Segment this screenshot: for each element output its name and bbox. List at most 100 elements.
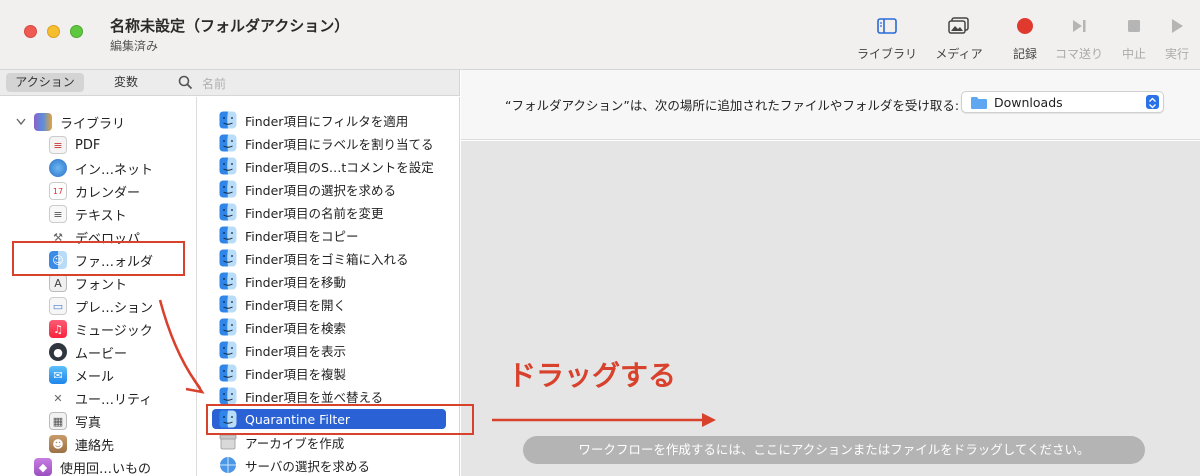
calendar-icon: 17 (49, 182, 67, 200)
action-item-label: Finder項目をゴミ箱に入れる (245, 251, 409, 267)
library-item[interactable]: ライブラリ (34, 111, 125, 133)
action-item-label: Finder項目にフィルタを適用 (245, 113, 409, 129)
action-item[interactable]: Finder項目をゴミ箱に入れる (219, 248, 451, 268)
library-item-label: ミュージック (75, 323, 153, 339)
finder-icon (219, 249, 237, 267)
action-item[interactable]: Finder項目を開く (219, 294, 451, 314)
action-item-label: Finder項目を移動 (245, 274, 346, 290)
library-item[interactable]: 17 カレンダー (49, 180, 140, 202)
action-item[interactable]: Finder項目をコピー (219, 225, 451, 245)
finder-icon (219, 364, 237, 382)
search-placeholder: 名前 (202, 77, 227, 91)
run-toolbar-button[interactable]: 実行 (1147, 14, 1200, 64)
title-bar: 名称未設定（フォルダアクション） 編集済み ライブラリ メディア 記録 コマ送り… (0, 0, 1200, 70)
library-item[interactable]: ◆ 使用回…いもの (34, 456, 151, 476)
library-item-label: カレンダー (75, 185, 141, 201)
popup-stepper-icon (1146, 95, 1159, 109)
movie-icon: ● (49, 343, 67, 361)
library-item[interactable]: ✕ ユー…リティ (49, 387, 152, 409)
media-toolbar-button[interactable]: メディア (929, 14, 989, 64)
library-item[interactable]: ✉ メール (49, 364, 114, 386)
action-item[interactable]: サーバの選択を求める (219, 455, 451, 475)
action-item-label: Finder項目を検索 (245, 320, 346, 336)
action-item[interactable]: Finder項目の名前を変更 (219, 202, 451, 222)
finder-icon (219, 341, 237, 359)
action-item[interactable]: Finder項目を並べ替える (219, 386, 451, 406)
action-item[interactable]: Finder項目を移動 (219, 271, 451, 291)
action-item[interactable]: Finder項目を表示 (219, 340, 451, 360)
action-item[interactable]: Finder項目の選択を求める (219, 179, 451, 199)
library-item[interactable]: ♫ ミュージック (49, 318, 153, 340)
minimize-window-button[interactable] (47, 25, 60, 38)
globe-icon (49, 159, 67, 177)
library-item-label: プレ…ション (75, 300, 154, 316)
library-item-label: フォント (75, 277, 128, 293)
library-item-label: PDF (75, 137, 101, 153)
drag-annotation-text: ドラッグする (508, 359, 677, 392)
close-window-button[interactable] (24, 25, 37, 38)
action-item[interactable]: アーカイブを作成 (219, 432, 451, 452)
zoom-window-button[interactable] (70, 25, 83, 38)
window-subtitle: 編集済み (110, 39, 159, 53)
finder-icon (219, 272, 237, 290)
tab-actions[interactable]: アクション (6, 73, 84, 92)
library-toolbar-button[interactable]: ライブラリ (857, 14, 917, 64)
library-item-label: ユー…リティ (75, 392, 153, 408)
record-toolbar-label: 記録 (1012, 47, 1037, 61)
play-icon (1147, 14, 1200, 38)
action-item[interactable]: Finder項目にフィルタを適用 (219, 110, 451, 130)
action-item-label: サーバの選択を求める (245, 458, 370, 474)
most-used-icon: ◆ (34, 458, 52, 476)
library-item[interactable]: ▭ プレ…ション (49, 295, 153, 317)
action-item-label: Finder項目を表示 (245, 343, 346, 359)
library-item-label: 写真 (75, 415, 102, 431)
search-icon (178, 75, 193, 90)
workflow-canvas[interactable] (461, 141, 1200, 476)
library-item-label: 使用回…いもの (60, 461, 152, 476)
library-item[interactable]: ☻ 連絡先 (49, 433, 114, 455)
finder-icon (219, 111, 237, 129)
archive-icon (219, 433, 237, 451)
finder-icon (219, 157, 237, 175)
finder-icon (219, 318, 237, 336)
action-item-label: Finder項目の選択を求める (245, 182, 396, 198)
step-forward-icon (1049, 14, 1109, 38)
presentation-icon: ▭ (49, 297, 67, 315)
library-item-label: テキスト (75, 208, 127, 224)
library-item[interactable]: ≡ PDF (49, 134, 100, 156)
folder-popup[interactable]: Downloads (961, 91, 1164, 113)
library-books-icon (34, 113, 52, 131)
library-item[interactable]: ▦ 写真 (49, 410, 101, 432)
library-item[interactable]: ● ムービー (49, 341, 127, 363)
step-toolbar-button[interactable]: コマ送り (1049, 14, 1109, 64)
action-item[interactable]: Finder項目のS…tコメントを設定 (219, 156, 451, 176)
mail-icon: ✉ (49, 366, 67, 384)
tab-variables[interactable]: 変数 (106, 73, 146, 92)
library-item-label: 連絡先 (75, 438, 115, 454)
library-sidebar-icon (857, 14, 917, 38)
media-toolbar-label: メディア (935, 47, 983, 61)
action-item[interactable]: Finder項目を検索 (219, 317, 451, 337)
record-toolbar-button[interactable]: 記録 (995, 14, 1055, 64)
library-item[interactable]: ≡ テキスト (49, 203, 127, 225)
action-item[interactable]: Finder項目を複製 (219, 363, 451, 383)
chevron-down-icon[interactable] (16, 118, 26, 129)
action-item-label: Finder項目を並べ替える (245, 389, 384, 405)
library-item-label: ライブラリ (60, 116, 126, 132)
highlight-box-folder-category (12, 241, 185, 276)
action-item[interactable]: Finder項目にラベルを割り当てる (219, 133, 451, 153)
library-toolbar-label: ライブラリ (857, 47, 918, 61)
action-item-label: アーカイブを作成 (245, 435, 345, 451)
finder-icon (219, 387, 237, 405)
search-field[interactable]: 名前 (172, 72, 452, 93)
finder-icon (219, 295, 237, 313)
library-item[interactable]: イン…ネット (49, 157, 153, 179)
step-toolbar-label: コマ送り (1054, 47, 1103, 61)
action-item-label: Finder項目を複製 (245, 366, 346, 382)
action-item-label: Finder項目の名前を変更 (245, 205, 384, 221)
action-item-label: Finder項目を開く (245, 297, 346, 313)
finder-icon (219, 226, 237, 244)
receives-label: “フォルダアクション”は、次の場所に追加されたファイルやフォルダを受け取る: (505, 98, 960, 113)
record-icon (995, 14, 1055, 38)
workflow-header: “フォルダアクション”は、次の場所に追加されたファイルやフォルダを受け取る: D… (461, 70, 1200, 140)
